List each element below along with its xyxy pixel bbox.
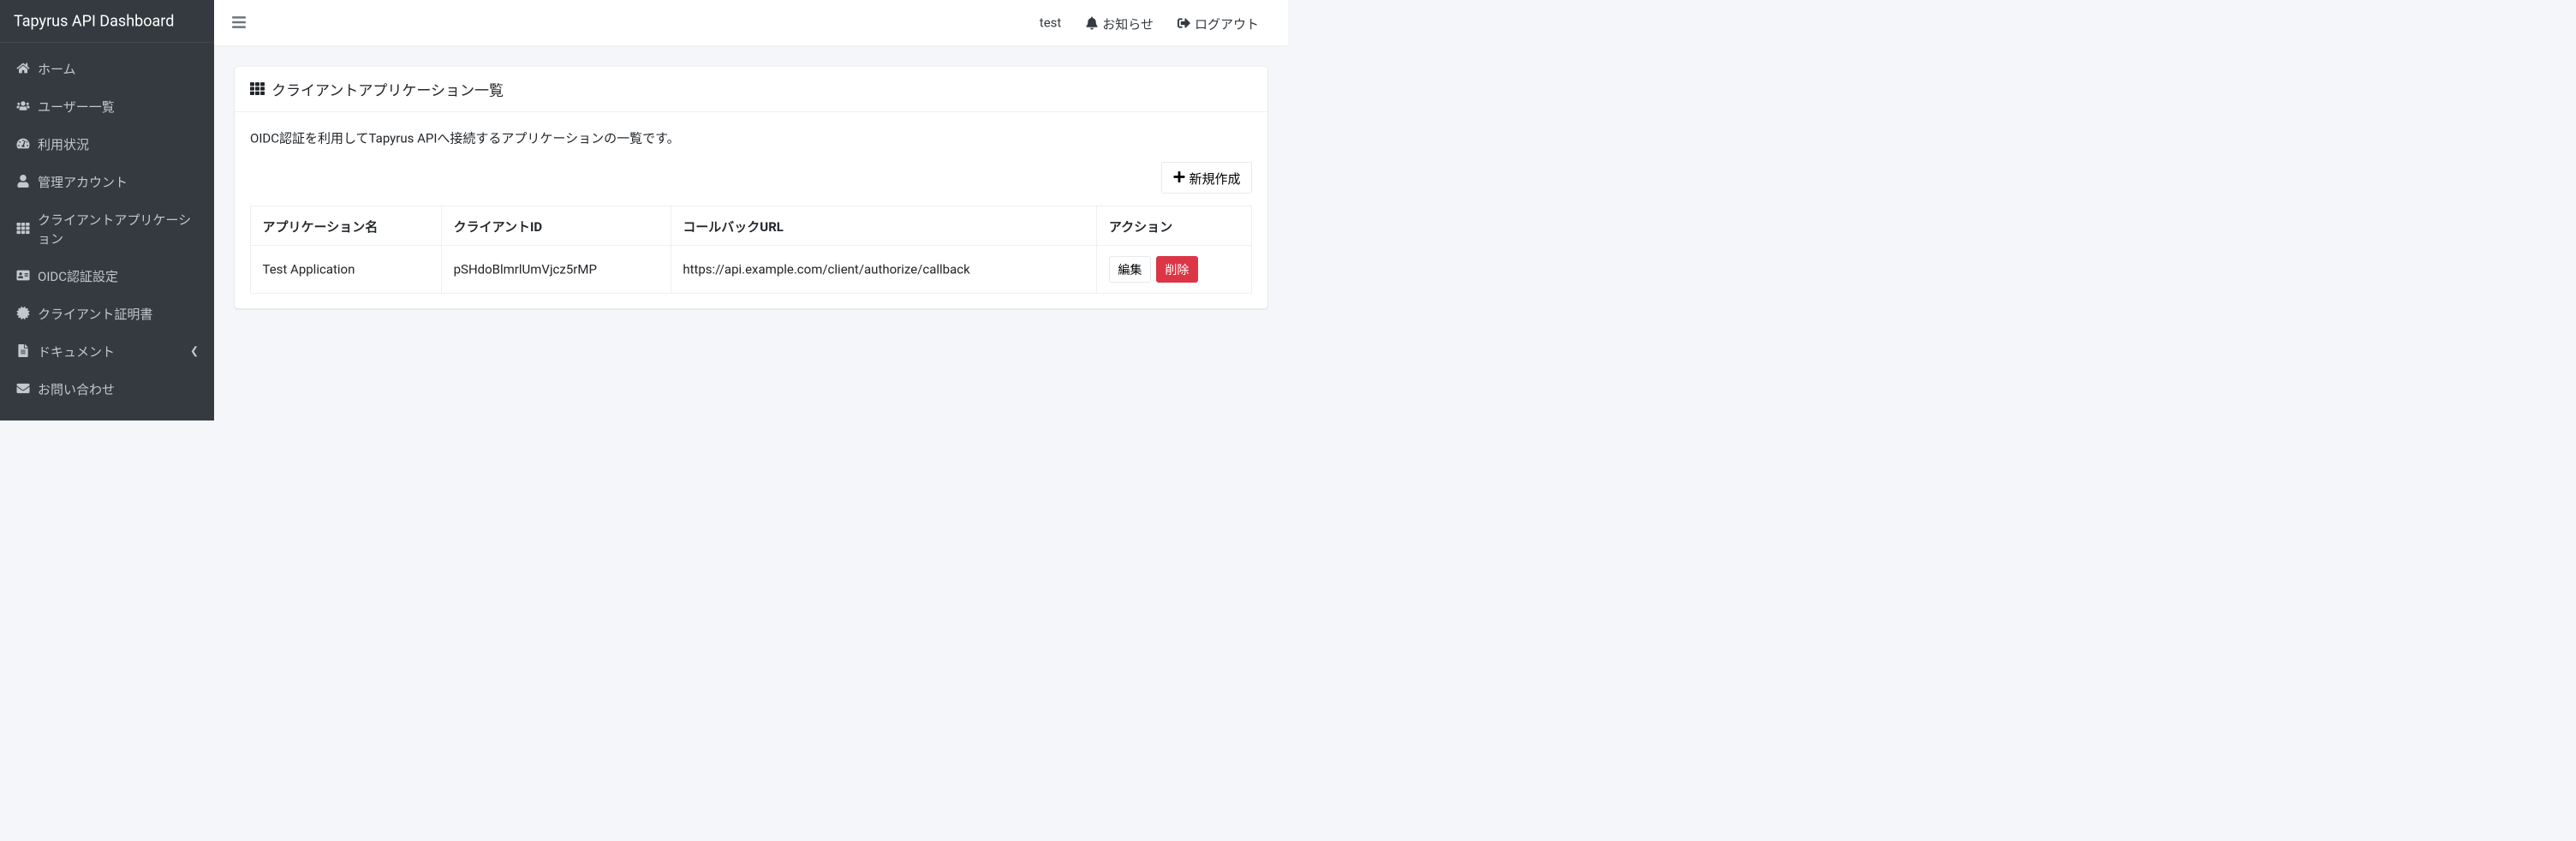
sidebar: Tapyrus API Dashboard ホーム ユーザー一覧 利用状況 管理…: [0, 0, 214, 420]
notifications-link[interactable]: お知らせ: [1073, 14, 1166, 33]
th-callback-url: コールバックURL: [671, 206, 1097, 246]
id-card-icon: [15, 269, 31, 282]
sidebar-item-client-apps[interactable]: クライアントアプリケーション: [0, 200, 214, 257]
card-header: クライアントアプリケーション一覧: [235, 67, 1267, 112]
create-button[interactable]: 新規作成: [1161, 162, 1252, 194]
bell-icon: [1085, 16, 1098, 29]
sidebar-item-label: クライアントアプリケーション: [38, 210, 199, 248]
sidebar-item-label: ユーザー一覧: [38, 97, 199, 116]
page-description: OIDC認証を利用してTapyrus APIへ接続するアプリケーションの一覧です…: [250, 128, 1252, 146]
sidebar-item-label: クライアント証明書: [38, 304, 199, 323]
grid-icon: [250, 81, 265, 98]
client-apps-table: アプリケーション名 クライアントID コールバックURL アクション Test …: [250, 206, 1252, 294]
brand-title[interactable]: Tapyrus API Dashboard: [0, 0, 214, 43]
sidebar-item-label: 管理アカウント: [38, 172, 199, 191]
main-content: クライアントアプリケーション一覧 OIDC認証を利用してTapyrus APIへ…: [214, 46, 1288, 330]
sidebar-item-admin-account[interactable]: 管理アカウント: [0, 163, 214, 200]
envelope-icon: [15, 382, 31, 395]
file-icon: [15, 344, 31, 357]
cell-client-id: pSHdoBlmrlUmVjcz5rMP: [441, 246, 671, 294]
certificate-icon: [15, 307, 31, 319]
users-icon: [15, 99, 31, 112]
cell-name: Test Application: [250, 246, 441, 294]
sidebar-nav: ホーム ユーザー一覧 利用状況 管理アカウント クライアントアプリケーション O…: [0, 43, 214, 415]
logout-icon: [1178, 16, 1190, 29]
user-icon: [15, 175, 31, 188]
page-title: クライアントアプリケーション一覧: [271, 79, 504, 100]
th-name: アプリケーション名: [250, 206, 441, 246]
sidebar-item-oidc-settings[interactable]: OIDC認証設定: [0, 257, 214, 295]
notifications-label: お知らせ: [1102, 14, 1154, 33]
create-button-label: 新規作成: [1190, 169, 1241, 188]
cell-actions: 編集 削除: [1097, 246, 1252, 294]
logout-label: ログアウト: [1195, 14, 1259, 33]
topbar: test お知らせ ログアウト: [214, 0, 1288, 46]
delete-button[interactable]: 削除: [1156, 256, 1198, 283]
table-row: Test Application pSHdoBlmrlUmVjcz5rMP ht…: [250, 246, 1252, 294]
sidebar-item-label: 利用状況: [38, 134, 199, 153]
plus-icon: [1173, 170, 1186, 185]
cell-callback-url: https://api.example.com/client/authorize…: [671, 246, 1097, 294]
sidebar-item-client-cert[interactable]: クライアント証明書: [0, 295, 214, 332]
bars-icon: [231, 15, 247, 30]
th-actions: アクション: [1097, 206, 1252, 246]
sidebar-item-documents[interactable]: ドキュメント ❮: [0, 332, 214, 370]
username-link[interactable]: test: [1028, 15, 1074, 31]
grid-icon: [15, 222, 31, 235]
sidebar-item-contact[interactable]: お問い合わせ: [0, 370, 214, 408]
client-apps-card: クライアントアプリケーション一覧 OIDC認証を利用してTapyrus APIへ…: [235, 67, 1267, 309]
sidebar-item-home[interactable]: ホーム: [0, 50, 214, 87]
menu-toggle-button[interactable]: [231, 14, 247, 32]
home-icon: [15, 62, 31, 75]
sidebar-item-label: ドキュメント: [38, 342, 183, 361]
chevron-left-icon: ❮: [190, 345, 199, 357]
sidebar-item-usage[interactable]: 利用状況: [0, 125, 214, 163]
dashboard-icon: [15, 137, 31, 150]
sidebar-item-users[interactable]: ユーザー一覧: [0, 87, 214, 125]
sidebar-item-label: ホーム: [38, 59, 199, 78]
th-client-id: クライアントID: [441, 206, 671, 246]
sidebar-item-label: OIDC認証設定: [38, 266, 199, 285]
edit-button[interactable]: 編集: [1109, 256, 1151, 283]
logout-link[interactable]: ログアウト: [1166, 14, 1271, 33]
sidebar-item-label: お問い合わせ: [38, 379, 199, 398]
